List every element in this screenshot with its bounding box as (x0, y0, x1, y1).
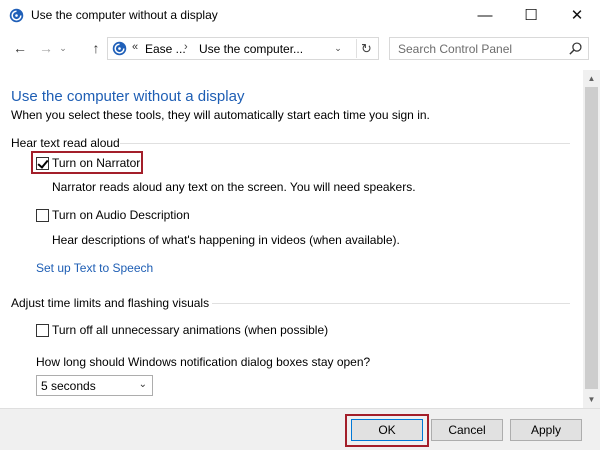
audio-description-label[interactable]: Turn on Audio Description (52, 208, 190, 222)
maximize-button[interactable]: ☐ (508, 0, 554, 30)
page-description: When you select these tools, they will a… (11, 108, 430, 122)
section-divider (212, 303, 570, 304)
main-content: Use the computer without a display When … (0, 70, 583, 408)
scroll-up-icon: ▲ (587, 74, 596, 83)
up-arrow-icon: ↑ (92, 40, 100, 56)
cancel-button[interactable]: Cancel (431, 419, 503, 441)
notification-duration-label: How long should Windows notification dia… (36, 355, 371, 369)
minimize-button[interactable]: — (462, 0, 508, 30)
minimize-icon: — (477, 6, 493, 24)
close-button[interactable]: ✕ (554, 0, 600, 30)
audio-description-checkbox[interactable] (36, 208, 49, 222)
vertical-scrollbar[interactable]: ▲ ▼ (583, 70, 600, 408)
narrator-checkbox[interactable] (36, 156, 49, 170)
narrator-label[interactable]: Turn on Narrator (52, 156, 140, 170)
back-arrow-icon: ← (13, 40, 27, 56)
audio-description-description: Hear descriptions of what's happening in… (52, 233, 400, 247)
section-header-text-aloud: Hear text read aloud (11, 136, 120, 150)
apply-button[interactable]: Apply (510, 419, 582, 441)
scroll-up-button[interactable]: ▲ (583, 70, 600, 87)
scroll-down-icon: ▼ (587, 395, 596, 404)
notification-duration-value: 5 seconds (41, 379, 96, 393)
section-header-time-limits: Adjust time limits and flashing visuals (11, 296, 210, 310)
animations-label[interactable]: Turn off all unnecessary animations (whe… (52, 323, 328, 337)
close-icon: ✕ (570, 7, 584, 24)
ok-button[interactable]: OK (351, 419, 423, 441)
maximize-icon: ☐ (524, 7, 538, 24)
breadcrumb-current[interactable]: Use the computer... (199, 42, 303, 56)
navigation-bar: ← → ⌄ ↑ « Ease ... › Use the computer...… (0, 30, 600, 66)
breadcrumb-ease-of-access[interactable]: Ease ... (145, 42, 186, 56)
forward-button[interactable]: → (36, 38, 56, 58)
breadcrumb-overflow[interactable]: « (132, 41, 138, 53)
up-button[interactable]: ↑ (86, 38, 106, 58)
refresh-button[interactable]: ↻ (356, 39, 376, 58)
chevron-down-icon: ⌄ (59, 42, 67, 53)
search-input[interactable] (391, 39, 561, 58)
title-bar: Use the computer without a display — ☐ ✕ (0, 0, 600, 30)
window-title: Use the computer without a display (31, 8, 218, 22)
notification-duration-select[interactable]: 5 seconds ⌄ (36, 375, 153, 396)
recent-locations-button[interactable]: ⌄ (56, 38, 70, 58)
chevron-down-icon: ⌄ (138, 379, 147, 390)
narrator-checkbox-row[interactable]: Turn on Narrator (36, 155, 140, 171)
ease-of-access-icon (9, 8, 24, 23)
animations-checkbox[interactable] (36, 323, 49, 337)
dialog-footer: OK Cancel Apply (0, 408, 600, 450)
audio-description-checkbox-row[interactable]: Turn on Audio Description (36, 207, 190, 223)
narrator-description: Narrator reads aloud any text on the scr… (52, 180, 416, 194)
text-to-speech-link[interactable]: Set up Text to Speech (36, 261, 153, 275)
breadcrumb-separator[interactable]: › (184, 41, 188, 53)
back-button[interactable]: ← (10, 38, 30, 58)
refresh-icon: ↻ (361, 40, 372, 56)
ease-of-access-icon (112, 41, 127, 56)
search-box[interactable] (389, 37, 589, 60)
address-dropdown-button[interactable]: ⌄ (330, 39, 346, 58)
section-divider (120, 143, 570, 144)
scrollbar-thumb[interactable] (585, 87, 598, 389)
search-icon[interactable] (568, 41, 583, 56)
scroll-down-button[interactable]: ▼ (583, 391, 600, 408)
animations-checkbox-row[interactable]: Turn off all unnecessary animations (whe… (36, 322, 328, 338)
forward-arrow-icon: → (39, 40, 53, 56)
address-bar[interactable]: « Ease ... › Use the computer... ⌄ ↻ (107, 37, 379, 60)
page-title: Use the computer without a display (11, 88, 245, 105)
chevron-down-icon: ⌄ (334, 43, 342, 53)
